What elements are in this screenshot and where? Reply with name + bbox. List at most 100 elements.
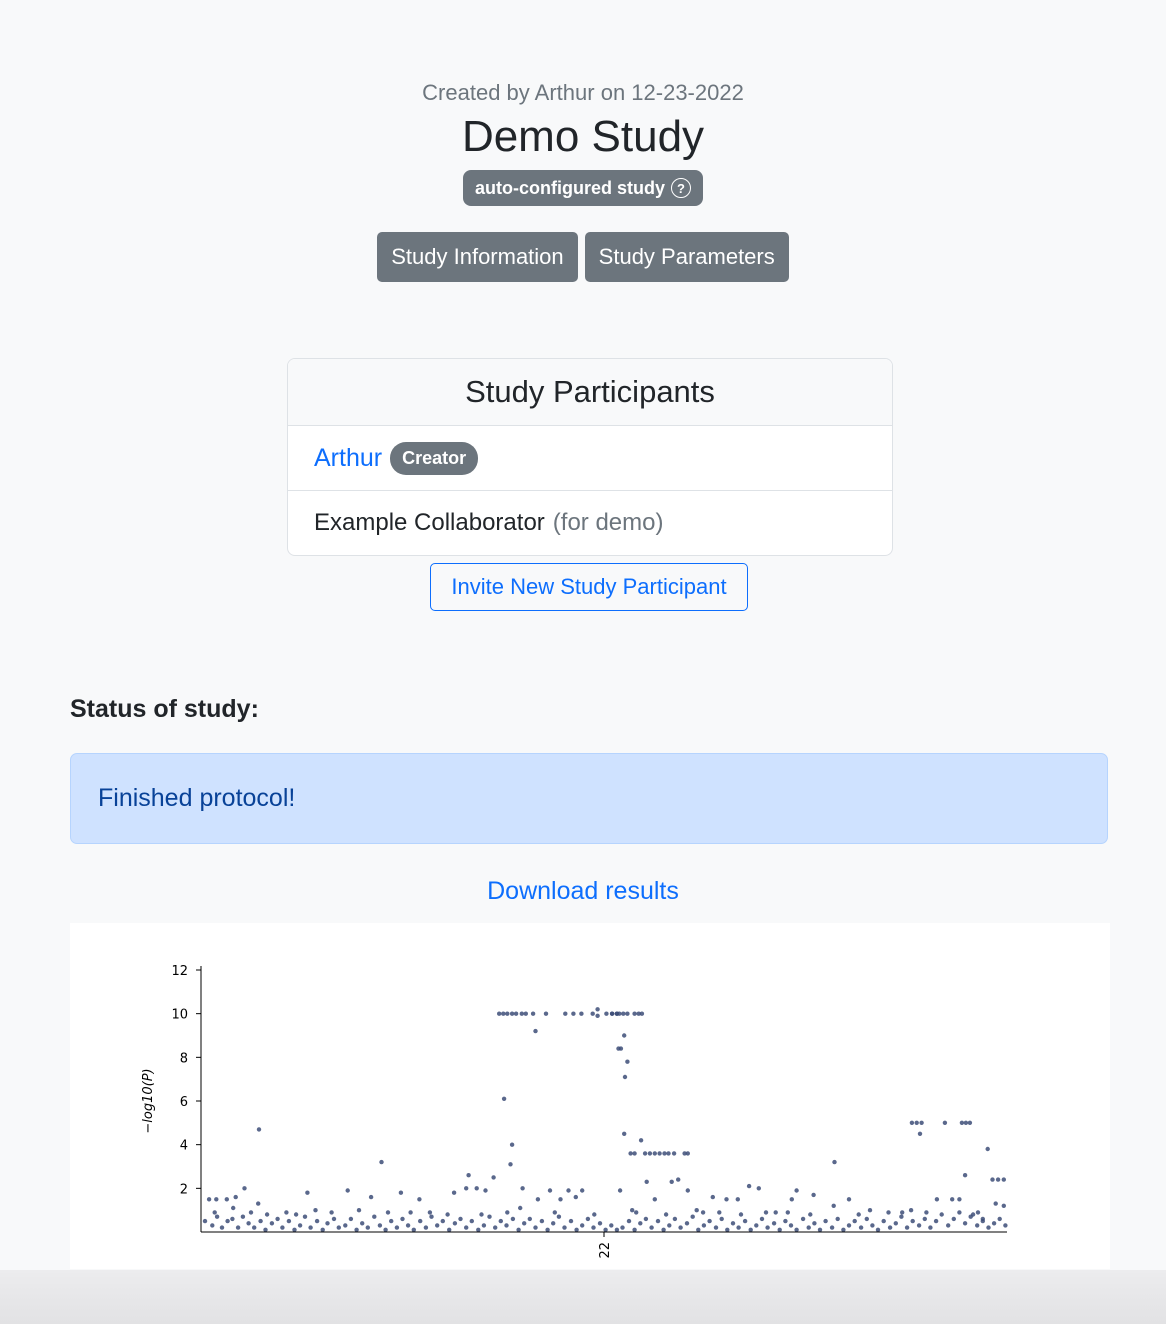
data-point: [579, 1011, 584, 1016]
data-point: [864, 1216, 869, 1222]
study-button-group: Study Information Study Parameters: [0, 232, 1166, 282]
data-point: [870, 1223, 875, 1228]
data-point: [622, 1131, 627, 1136]
data-point: [474, 1186, 479, 1191]
data-point: [725, 1227, 730, 1232]
data-point: [510, 1216, 516, 1222]
data-point: [523, 1011, 528, 1016]
data-point: [458, 1216, 463, 1222]
data-point: [368, 1194, 374, 1200]
data-point: [343, 1223, 348, 1228]
data-point: [823, 1218, 828, 1224]
y-tick-label: 6: [180, 1095, 188, 1110]
data-point: [476, 1227, 481, 1232]
study-information-button[interactable]: Study Information: [377, 232, 578, 282]
data-point: [527, 1216, 532, 1222]
data-point: [639, 1011, 645, 1016]
participant-note: (for demo): [552, 509, 664, 536]
data-point: [505, 1011, 510, 1016]
data-point: [551, 1221, 556, 1226]
download-results-link[interactable]: Download results: [487, 877, 679, 905]
data-point: [630, 1208, 635, 1213]
data-point: [975, 1223, 980, 1228]
invite-participant-button[interactable]: Invite New Study Participant: [430, 563, 748, 611]
data-point: [910, 1218, 915, 1224]
data-point: [418, 1218, 423, 1224]
data-point: [800, 1216, 806, 1222]
y-tick-label: 10: [171, 1008, 188, 1023]
data-point: [325, 1221, 330, 1226]
data-point: [986, 1225, 991, 1230]
data-point: [707, 1218, 712, 1224]
data-point: [914, 1120, 919, 1125]
data-point: [991, 1221, 997, 1226]
data-point: [256, 1127, 262, 1132]
data-point: [773, 1210, 778, 1215]
data-point: [263, 1227, 268, 1232]
data-point: [400, 1216, 405, 1222]
participants-heading: Study Participants: [288, 359, 892, 426]
data-point: [959, 1120, 965, 1125]
data-point: [617, 1011, 622, 1016]
data-point: [305, 1190, 310, 1195]
data-point: [210, 1223, 215, 1228]
data-point: [423, 1225, 429, 1230]
data-point: [592, 1212, 597, 1217]
data-point: [447, 1227, 452, 1232]
data-point: [389, 1218, 394, 1224]
data-point: [638, 1221, 643, 1226]
data-point: [574, 1227, 579, 1232]
data-point: [481, 1223, 487, 1228]
page-title: Demo Study: [461, 112, 705, 161]
data-point: [501, 1096, 507, 1101]
y-tick-label: 12: [171, 964, 188, 979]
data-point: [701, 1223, 707, 1228]
data-point: [846, 1197, 852, 1202]
data-point: [603, 1227, 608, 1232]
data-point: [329, 1210, 334, 1215]
data-point: [933, 1218, 939, 1224]
data-point: [916, 1223, 922, 1228]
data-point: [518, 1205, 523, 1211]
download-container: Download results: [0, 877, 1166, 906]
data-point: [649, 1225, 654, 1230]
data-point: [427, 1210, 433, 1215]
data-point: [909, 1120, 915, 1125]
status-alert: Finished protocol!: [70, 753, 1108, 844]
data-point: [957, 1197, 962, 1202]
manhattan-plot: 2 4 6 8 10 12 22 −log10(P): [70, 923, 1110, 1269]
question-circle-icon[interactable]: ?: [671, 178, 691, 198]
data-point: [980, 1218, 985, 1224]
data-point: [566, 1188, 571, 1193]
data-point: [676, 1177, 681, 1182]
data-point: [788, 1223, 794, 1228]
data-point: [622, 1074, 628, 1080]
data-point: [394, 1225, 400, 1230]
data-point: [887, 1225, 893, 1230]
data-point: [919, 1120, 924, 1125]
data-point: [535, 1197, 541, 1202]
participant-row: Example Collaborator (for demo): [288, 490, 892, 555]
study-parameters-button[interactable]: Study Parameters: [584, 232, 789, 282]
data-point: [710, 1194, 715, 1200]
data-point: [516, 1227, 521, 1232]
data-point: [990, 1177, 995, 1182]
data-point: [509, 1142, 515, 1147]
data-point: [652, 1151, 657, 1156]
data-point: [666, 1151, 671, 1156]
data-point: [543, 1011, 549, 1016]
data-point: [256, 1201, 261, 1206]
auto-configured-badge[interactable]: auto-configured study ?: [463, 170, 703, 206]
data-point: [634, 1210, 639, 1215]
data-point: [302, 1214, 308, 1219]
data-point: [950, 1197, 955, 1202]
data-point: [647, 1151, 653, 1156]
data-point: [530, 1011, 536, 1016]
data-point: [264, 1212, 270, 1217]
data-point: [867, 1208, 873, 1213]
y-tick-label: 2: [180, 1182, 188, 1197]
data-point: [286, 1218, 292, 1224]
data-point: [225, 1218, 230, 1224]
data-point: [348, 1216, 354, 1222]
participant-link-arthur[interactable]: Arthur: [314, 444, 382, 473]
